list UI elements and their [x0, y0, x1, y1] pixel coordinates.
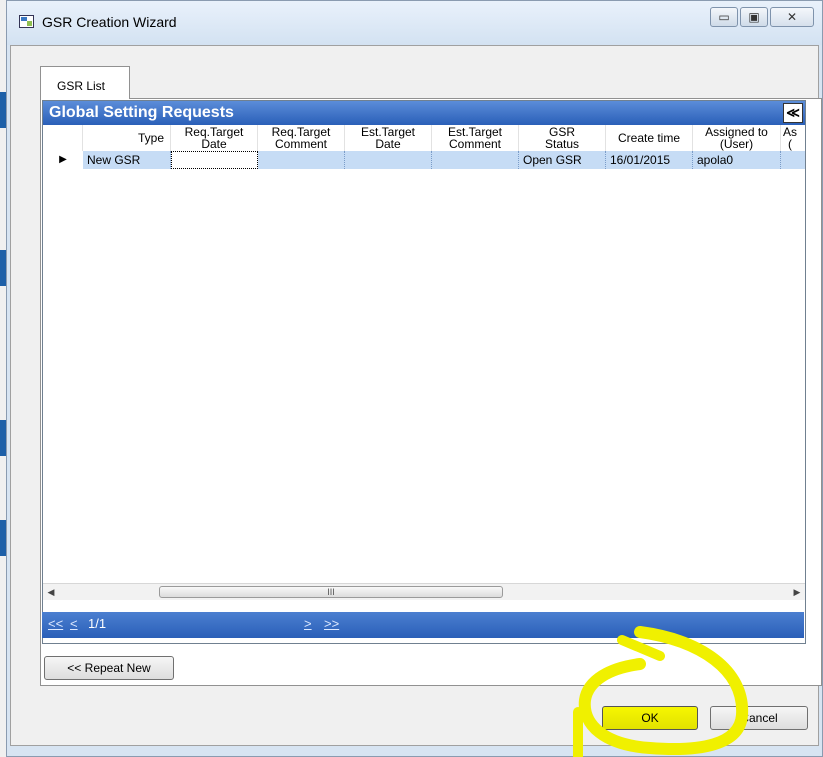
- cell-type[interactable]: New GSR: [83, 151, 171, 169]
- column-header-req-target-date[interactable]: Req.Target Date: [171, 125, 258, 151]
- grid-header: Global Setting Requests ≪: [43, 101, 805, 125]
- cell-gsr-status[interactable]: Open GSR: [519, 151, 606, 169]
- row-indicator[interactable]: ▶: [43, 151, 83, 169]
- column-header-est-target-date[interactable]: Est.Target Date: [345, 125, 432, 151]
- collapse-button[interactable]: ≪: [783, 103, 803, 123]
- pager-last-link[interactable]: >>: [324, 616, 339, 631]
- column-header-req-target-comment[interactable]: Req.Target Comment: [258, 125, 345, 151]
- cell-assigned-to-user[interactable]: apola0: [693, 151, 781, 169]
- column-header-truncated[interactable]: As (: [781, 125, 805, 151]
- pager-first-link[interactable]: <<: [48, 616, 63, 631]
- column-header-assigned-to-user[interactable]: Assigned to (User): [693, 125, 781, 151]
- window-title: GSR Creation Wizard: [42, 14, 177, 30]
- repeat-new-button[interactable]: << Repeat New: [44, 656, 174, 680]
- gsr-grid: Global Setting Requests ≪ Type Req.Targe…: [42, 100, 806, 644]
- cell-req-target-comment[interactable]: [258, 151, 345, 169]
- scroll-right-icon[interactable]: ▶: [789, 584, 805, 600]
- row-indicator-header: [43, 125, 83, 151]
- column-header-est-target-comment[interactable]: Est.Target Comment: [432, 125, 519, 151]
- column-headers: Type Req.Target Date Req.Target Comment …: [43, 125, 805, 152]
- column-header-type[interactable]: Type: [83, 125, 171, 151]
- cell-create-time[interactable]: 16/01/2015: [606, 151, 693, 169]
- horizontal-scrollbar[interactable]: ◀ III ▶: [43, 583, 805, 600]
- maximize-button[interactable]: ▣: [740, 7, 768, 27]
- tab-gsr-list[interactable]: GSR List: [40, 66, 130, 99]
- cell-est-target-date[interactable]: [345, 151, 432, 169]
- close-button[interactable]: ✕: [770, 7, 814, 27]
- cell-est-target-comment[interactable]: [432, 151, 519, 169]
- caption-buttons: ▭ ▣ ✕: [708, 7, 814, 27]
- pager-page-indicator: 1/1: [88, 616, 107, 631]
- title-bar[interactable]: GSR Creation Wizard ▭ ▣ ✕: [7, 1, 822, 45]
- pager-prev-link[interactable]: <: [70, 616, 78, 631]
- table-row[interactable]: New GSR Open GSR 16/01/2015 apola0: [83, 151, 805, 169]
- app-icon[interactable]: [19, 15, 34, 28]
- scroll-left-icon[interactable]: ◀: [43, 584, 59, 600]
- minimize-button[interactable]: ▭: [710, 7, 738, 27]
- cancel-button[interactable]: Cancel: [710, 706, 808, 730]
- column-header-create-time[interactable]: Create time: [606, 125, 693, 151]
- grid-pager: << < 1/1 > >>: [42, 612, 804, 638]
- grid-title: Global Setting Requests: [49, 104, 234, 121]
- column-header-gsr-status[interactable]: GSR Status: [519, 125, 606, 151]
- cell-truncated[interactable]: [781, 151, 805, 169]
- scroll-thumb[interactable]: III: [159, 586, 503, 598]
- ok-button[interactable]: OK: [602, 706, 698, 730]
- pager-next-link[interactable]: >: [304, 616, 312, 631]
- cell-req-target-date[interactable]: [171, 151, 258, 169]
